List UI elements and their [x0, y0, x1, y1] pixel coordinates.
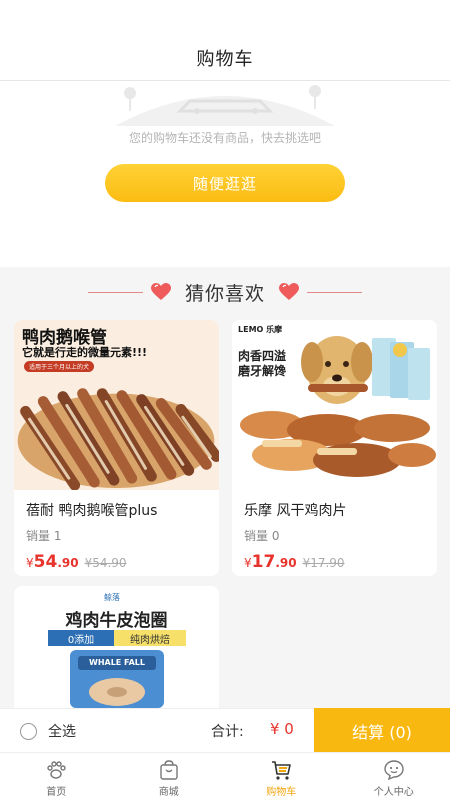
empty-cart-message: 您的购物车还没有商品，快去挑选吧 — [128, 131, 321, 145]
shop-bag-icon — [160, 760, 178, 780]
image-tag: 适用于三个月以上的犬 — [24, 361, 95, 372]
recommend-header: 猜你喜欢 — [0, 272, 450, 312]
recommend-title: 猜你喜欢 — [184, 282, 265, 305]
total-value: ¥ 0 — [270, 720, 294, 738]
checkout-button[interactable]: 结算 (0) — [314, 708, 450, 753]
select-all-radio[interactable] — [20, 723, 37, 740]
price-decimal: .90 — [275, 556, 297, 570]
product-name: 蓓耐 鸭肉鹅喉管plus — [26, 503, 158, 519]
original-price: ¥54.90 — [84, 556, 127, 570]
tab-label: 商城 — [158, 787, 179, 798]
tab-shop[interactable]: 商城 — [113, 753, 226, 800]
nav-header: 购物车 — [0, 36, 450, 81]
image-subline: 它就是行走的微量元素!!! — [22, 346, 148, 359]
image-tag-right: 纯肉烘焙 — [114, 630, 186, 646]
currency-symbol: ¥ — [26, 556, 34, 570]
tab-label: 购物车 — [266, 787, 297, 798]
rawhide-ring-illustration — [70, 650, 164, 708]
divider-line — [87, 291, 143, 293]
cart-icon — [272, 761, 292, 780]
heart-icon — [279, 283, 299, 300]
product-image: LEMO 乐摩 肉香四溢 磨牙解馋 — [232, 320, 437, 490]
product-name: 乐摩 风干鸡肉片 — [244, 503, 347, 519]
bottom-tab-bar: 首页 商城 购物车 个人中心 — [0, 752, 450, 800]
original-price: ¥17.90 — [302, 556, 345, 570]
product-image: 鲸落 鸡肉牛皮泡圈 0添加 纯肉烘焙 WHALE FALL — [14, 586, 219, 708]
tab-label: 首页 — [46, 787, 67, 798]
divider-line — [307, 291, 362, 293]
checkout-bar: 全选 合计: ¥ 0 结算 (0) — [0, 708, 450, 753]
product-card[interactable]: 鸭肉鹅喉管 它就是行走的微量元素!!! 适用于三个月以上的犬 蓓耐 鸭肉鹅喉管p… — [14, 320, 219, 576]
page-title: 购物车 — [196, 49, 254, 70]
image-headline: 鸡肉牛皮泡圈 — [65, 611, 168, 631]
select-all-label[interactable]: 全选 — [48, 721, 76, 741]
tab-cart[interactable]: 购物车 — [225, 753, 338, 800]
paw-icon — [47, 761, 66, 779]
image-tag-left: 0添加 — [48, 630, 114, 646]
image-brand: 鲸落 — [104, 593, 120, 602]
product-image: 鸭肉鹅喉管 它就是行走的微量元素!!! 适用于三个月以上的犬 — [14, 320, 219, 490]
total-label: 合计: — [211, 724, 244, 740]
browse-button[interactable]: 随便逛逛 — [105, 164, 345, 202]
empty-cart-section: 您的购物车还没有商品，快去挑选吧 随便逛逛 — [0, 81, 450, 267]
heart-icon — [150, 283, 171, 300]
tab-profile[interactable]: 个人中心 — [338, 753, 450, 800]
product-sales: 销量 1 — [26, 529, 62, 543]
empty-cart-illustration — [115, 85, 335, 126]
price-decimal: .90 — [57, 556, 79, 570]
duck-neck-illustration — [17, 388, 219, 490]
tab-home[interactable]: 首页 — [0, 753, 113, 800]
tab-label: 个人中心 — [373, 787, 414, 798]
product-card[interactable]: 鲸落 鸡肉牛皮泡圈 0添加 纯肉烘焙 WHALE FALL — [14, 586, 219, 708]
price-integer: 54 — [33, 552, 58, 572]
price-integer: 17 — [251, 552, 276, 572]
dog-treat-illustration — [240, 336, 436, 477]
product-card[interactable]: LEMO 乐摩 肉香四溢 磨牙解馋 乐摩 风干鸡肉片 销量 0 ¥17.90 ¥… — [232, 320, 437, 576]
product-price: ¥17.90 ¥17.90 — [244, 552, 345, 572]
currency-symbol: ¥ — [244, 556, 252, 570]
product-price: ¥54.90 ¥54.90 — [26, 552, 127, 572]
product-sales: 销量 0 — [244, 529, 280, 543]
user-chat-icon — [384, 760, 404, 781]
pack-text: WHALE FALL — [89, 658, 145, 667]
status-bar — [0, 0, 450, 36]
